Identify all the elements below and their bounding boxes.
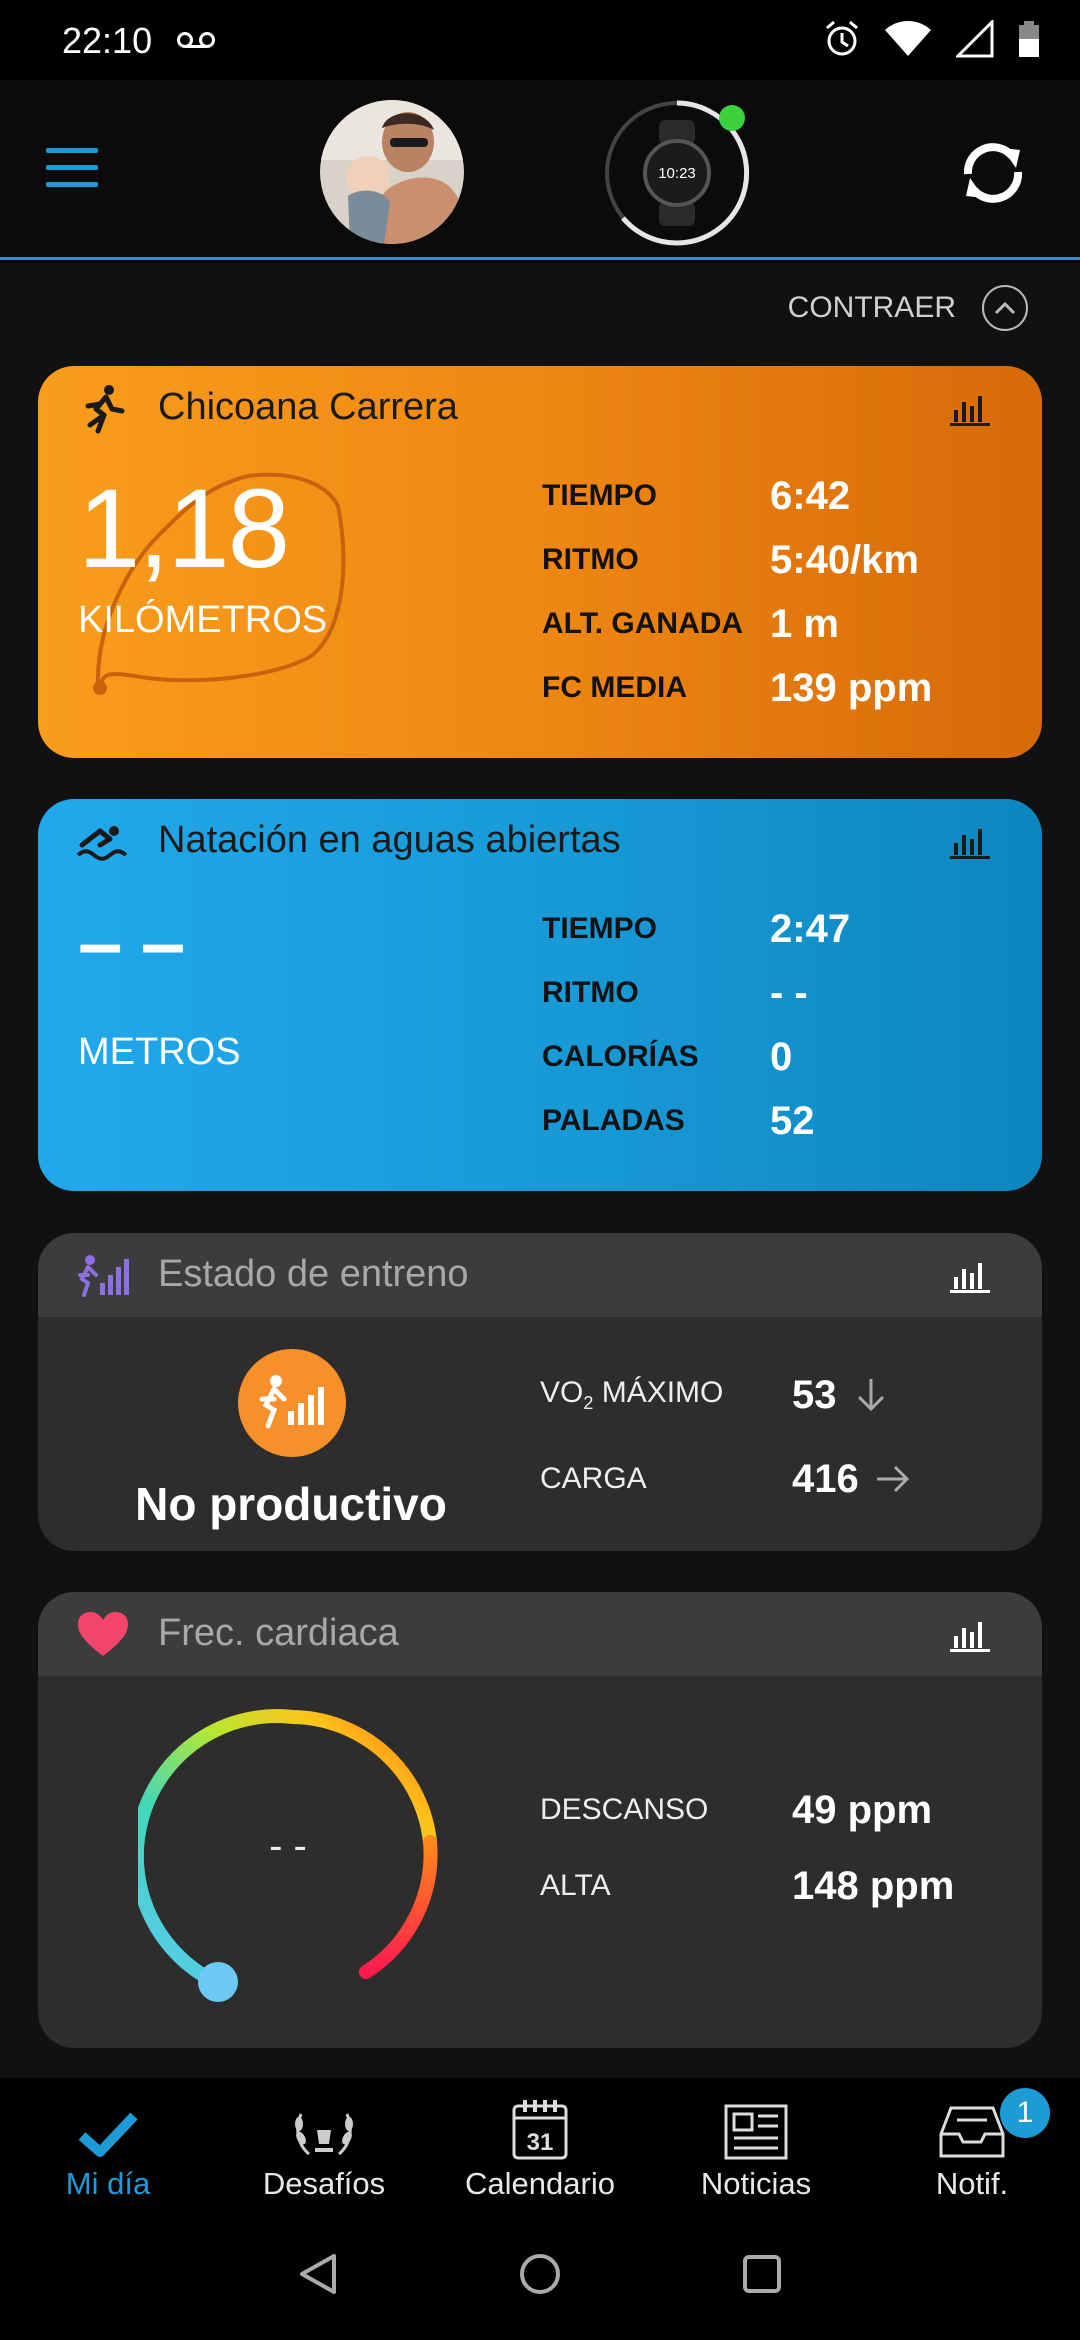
calendar-icon: 31 bbox=[512, 2100, 568, 2160]
swimming-icon bbox=[76, 826, 128, 861]
swim-stat-value: 2:47 bbox=[770, 906, 851, 951]
training-stats: VO2 MÁXIMO 53 CARGA 416 bbox=[540, 1353, 913, 1521]
heart-rate-current: - - bbox=[269, 1824, 307, 1868]
home-icon[interactable] bbox=[518, 2252, 562, 2296]
vo2-label: VO2 MÁXIMO bbox=[540, 1376, 724, 1413]
nav-my-day[interactable]: Mi día bbox=[0, 2092, 216, 2202]
battery-icon bbox=[1019, 21, 1039, 57]
heart-rate-card[interactable]: Frec. cardiaca - - DESCANSO 49 ppm ALTA … bbox=[38, 1592, 1042, 2048]
swim-distance: – – bbox=[78, 898, 185, 987]
profile-photo bbox=[320, 100, 464, 244]
nav-challenges[interactable]: Desafíos bbox=[216, 2092, 432, 2202]
collapse-button[interactable]: CONTRAER bbox=[788, 285, 1028, 331]
system-navigation bbox=[0, 2210, 1080, 2340]
newspaper-icon bbox=[724, 2104, 788, 2160]
bottom-navigation: Mi día Desafíos 31 Calendario Noticias N… bbox=[0, 2078, 1080, 2210]
status-time: 22:10 bbox=[62, 20, 153, 61]
run-card-header: Chicoana Carrera bbox=[38, 366, 1042, 450]
inbox-icon bbox=[939, 2106, 1005, 2158]
heart-stat-label: DESCANSO bbox=[540, 1793, 709, 1826]
nav-label: Desafíos bbox=[262, 2166, 386, 2201]
run-stat-label: ALT. GANADA bbox=[542, 607, 744, 640]
run-stat-value: 139 ppm bbox=[770, 665, 933, 710]
running-icon bbox=[85, 385, 125, 434]
vo2-value: 53 bbox=[792, 1372, 837, 1417]
collapse-label: CONTRAER bbox=[787, 291, 956, 324]
swim-activity-card[interactable]: Natación en aguas abiertas – – METROS TI… bbox=[38, 799, 1042, 1191]
run-stat-value: 6:42 bbox=[770, 473, 851, 518]
menu-icon[interactable] bbox=[46, 148, 98, 188]
swim-stats: TIEMPO 2:47 RITMO - - CALORÍAS 0 PALADAS 52 bbox=[542, 897, 850, 1153]
my-day-feed: CONTRAER Chicoana Carrera 1,18 KILÓMETRO… bbox=[0, 263, 1080, 2078]
chevron-up-icon bbox=[982, 285, 1028, 331]
nav-label: Calendario bbox=[465, 2166, 615, 2201]
bar-chart-icon[interactable] bbox=[948, 1618, 992, 1654]
laurel-icon bbox=[295, 2113, 353, 2156]
run-distance: 1,18 bbox=[78, 466, 290, 591]
run-stat-value: 1 m bbox=[770, 601, 839, 646]
bar-chart-icon[interactable] bbox=[948, 1259, 992, 1295]
nav-label: Mi día bbox=[65, 2166, 151, 2201]
nav-label: Notif. bbox=[935, 2166, 1009, 2201]
load-value: 416 bbox=[792, 1456, 859, 1501]
swim-stat-label: TIEMPO bbox=[542, 912, 658, 945]
nav-news[interactable]: Noticias bbox=[648, 2092, 864, 2202]
run-stat-label: RITMO bbox=[542, 543, 639, 576]
notification-badge: 1 bbox=[1000, 2088, 1050, 2138]
device-status[interactable]: 10:23 bbox=[602, 98, 752, 248]
heart-stat-label: ALTA bbox=[540, 1869, 611, 1902]
unproductive-icon bbox=[238, 1349, 346, 1457]
check-icon bbox=[78, 2112, 138, 2157]
heart-stat-value: 49 ppm bbox=[792, 1787, 933, 1832]
alarm-icon bbox=[826, 20, 858, 56]
swim-stat-label: RITMO bbox=[542, 976, 639, 1009]
sync-icon[interactable] bbox=[956, 136, 1030, 210]
watch-time: 10:23 bbox=[658, 165, 696, 182]
swim-stat-value: 0 bbox=[770, 1034, 793, 1079]
bar-chart-icon[interactable] bbox=[948, 392, 992, 428]
load-label: CARGA bbox=[540, 1462, 647, 1495]
nav-notifications[interactable]: Notif. 1 bbox=[864, 2088, 1080, 2202]
swim-stat-label: PALADAS bbox=[542, 1104, 685, 1137]
training-status-text: No productivo bbox=[135, 1478, 447, 1530]
swim-distance-unit: METROS bbox=[78, 1031, 241, 1073]
nav-label: Noticias bbox=[700, 2166, 812, 2201]
training-title: Estado de entreno bbox=[158, 1253, 469, 1295]
heart-icon bbox=[78, 1612, 128, 1656]
status-bar: 22:10 bbox=[0, 0, 1080, 80]
run-activity-card[interactable]: Chicoana Carrera 1,18 KILÓMETROS TIEMPO 6… bbox=[38, 366, 1042, 758]
heart-title: Frec. cardiaca bbox=[158, 1612, 399, 1654]
swim-stat-label: CALORÍAS bbox=[542, 1040, 699, 1073]
heart-stats: DESCANSO 49 ppm ALTA 148 ppm bbox=[540, 1772, 954, 1924]
bar-chart-icon[interactable] bbox=[948, 825, 992, 861]
swim-title: Natación en aguas abiertas bbox=[158, 819, 621, 861]
gauge-marker bbox=[198, 1962, 238, 2002]
back-icon[interactable] bbox=[298, 2252, 338, 2296]
heart-card-header: Frec. cardiaca bbox=[38, 1592, 1042, 1676]
down-arrow-icon bbox=[857, 1379, 884, 1412]
run-stat-value: 5:40/km bbox=[770, 537, 919, 582]
run-stats: TIEMPO 6:42 RITMO 5:40/km ALT. GANADA 1 m F… bbox=[542, 464, 932, 720]
swim-stat-value: 52 bbox=[770, 1098, 815, 1143]
connected-dot-icon bbox=[719, 105, 745, 131]
training-card-header: Estado de entreno bbox=[38, 1233, 1042, 1317]
wifi-icon bbox=[885, 21, 931, 56]
swim-card-header: Natación en aguas abiertas bbox=[38, 799, 1042, 883]
app-header: 10:23 bbox=[0, 80, 1080, 260]
run-stat-label: TIEMPO bbox=[542, 479, 658, 512]
training-status-icon bbox=[78, 1255, 129, 1297]
svg-text:31: 31 bbox=[527, 2129, 554, 2156]
avatar[interactable] bbox=[320, 100, 464, 244]
voicemail-icon bbox=[177, 32, 215, 48]
training-status-card[interactable]: Estado de entreno No productivo VO2 MÁXI… bbox=[38, 1233, 1042, 1551]
signal-icon bbox=[956, 20, 994, 58]
run-stat-label: FC MEDIA bbox=[542, 671, 687, 704]
recents-icon[interactable] bbox=[742, 2254, 782, 2294]
heart-stat-value: 148 ppm bbox=[792, 1863, 955, 1908]
right-arrow-icon bbox=[876, 1465, 909, 1493]
swim-stat-value: - - bbox=[770, 970, 808, 1015]
run-distance-unit: KILÓMETROS bbox=[78, 599, 328, 641]
nav-calendar[interactable]: 31 Calendario bbox=[432, 2092, 648, 2202]
run-title: Chicoana Carrera bbox=[158, 386, 458, 428]
